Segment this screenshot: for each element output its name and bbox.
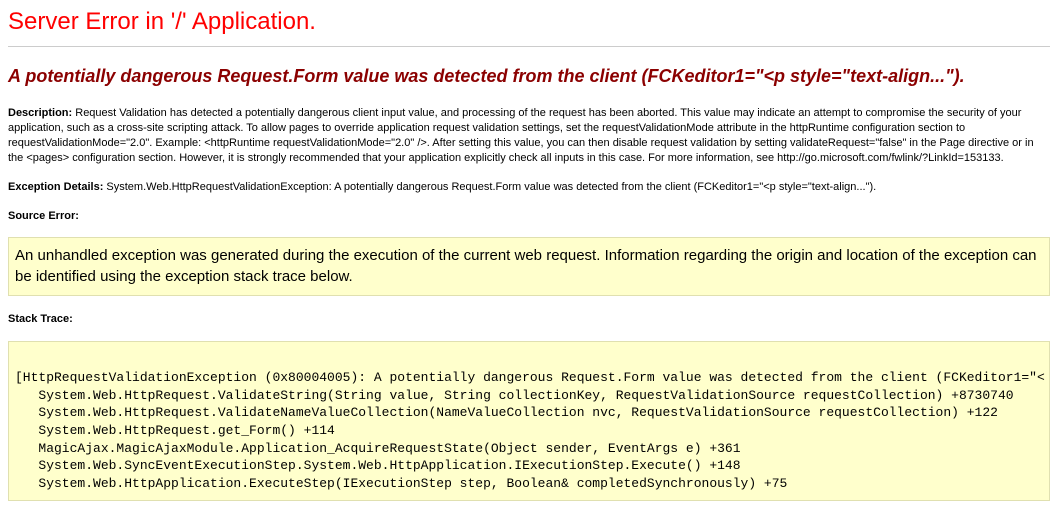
source-error-label: Source Error:: [8, 210, 79, 222]
description-text: Request Validation has detected a potent…: [8, 107, 1034, 164]
exception-details-label: Exception Details:: [8, 181, 103, 193]
exception-details-text: System.Web.HttpRequestValidationExceptio…: [103, 181, 876, 193]
source-error-box: An unhandled exception was generated dur…: [8, 237, 1050, 296]
stack-trace-box: [HttpRequestValidationException (0x80004…: [8, 341, 1050, 501]
error-subtitle: A potentially dangerous Request.Form val…: [8, 65, 1050, 88]
stack-trace-label-block: Stack Trace:: [8, 312, 1050, 327]
description-block: Description: Request Validation has dete…: [8, 106, 1050, 165]
source-error-label-block: Source Error:: [8, 209, 1050, 224]
page-title: Server Error in '/' Application.: [8, 8, 1050, 36]
description-label: Description:: [8, 107, 72, 119]
stack-trace-label: Stack Trace:: [8, 313, 73, 325]
exception-details-block: Exception Details: System.Web.HttpReques…: [8, 180, 1050, 195]
